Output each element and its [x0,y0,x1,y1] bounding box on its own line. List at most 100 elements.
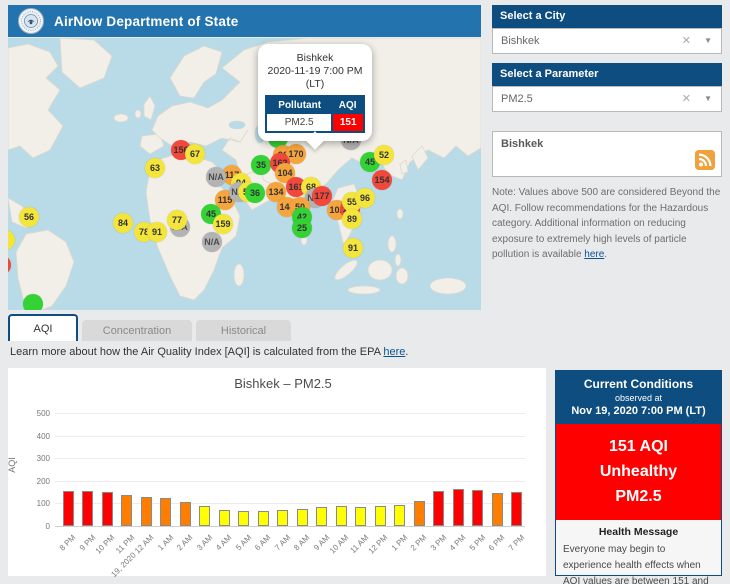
aqi-marker[interactable] [23,294,43,310]
city-caret-down-icon[interactable]: ▼ [704,29,712,53]
aqi-marker[interactable]: N/A [202,232,222,252]
chart-bar [336,506,347,526]
feed-city-label: Bishkek [501,138,543,150]
aqi-marker[interactable]: 159 [213,214,233,234]
learn-more-line: Learn more about how the Air Quality Ind… [10,346,408,358]
chart-bar [375,506,386,526]
chart-bar [316,507,327,526]
current-conditions-title: Current Conditions [560,377,717,391]
chart-bar [238,511,249,526]
map-popup: Bishkek 2020-11-19 7:00 PM (LT) Pollutan… [258,44,372,141]
aqi-value: 151 AQI [560,435,717,460]
chart-y-tick: 500 [8,409,50,418]
tab-concentration[interactable]: Concentration [82,320,192,341]
current-conditions-panel: Current Conditions observed at Nov 19, 2… [555,370,722,576]
chart-y-tick: 100 [8,499,50,508]
learn-more-here-link[interactable]: here [383,346,405,358]
aqi-marker[interactable]: N/A [206,167,226,187]
chart-y-tick: 300 [8,454,50,463]
note-here-link[interactable]: here [584,249,604,260]
city-select[interactable]: Bishkek ✕ ▼ [492,28,722,54]
health-message-block: Health Message Everyone may begin to exp… [556,520,721,584]
chart-bar [355,507,366,526]
popup-city: Bishkek [265,52,365,65]
chart-y-tick: 200 [8,477,50,486]
parameter-caret-down-icon[interactable]: ▼ [704,87,712,111]
aqi-marker[interactable]: 52 [374,145,394,165]
aqi-marker[interactable]: 67 [185,144,205,164]
parameter-select-value: PM2.5 [501,93,533,105]
city-clear-icon[interactable]: ✕ [682,29,691,53]
select-city-header: Select a City [492,5,722,28]
chart-bar [472,490,483,526]
chart-bar [102,492,113,526]
tab-historical[interactable]: Historical [196,320,291,341]
popup-aqi-value: 151 [332,114,364,132]
chart-bar [297,509,308,526]
aqi-marker[interactable]: 35 [251,155,271,175]
aqi-marker[interactable]: 84 [113,213,133,233]
current-conditions-header: Current Conditions observed at Nov 19, 2… [556,371,721,424]
chart-bar [121,495,132,526]
popup-aqi-table: Pollutant AQI PM2.5 151 [265,95,365,133]
parameter-clear-icon[interactable]: ✕ [682,87,691,111]
chart-bar [511,492,522,526]
tab-bar: AQIConcentrationHistorical [8,313,295,341]
parameter-select[interactable]: PM2.5 ✕ ▼ [492,86,722,112]
app-header: AirNow Department of State [8,5,481,37]
observed-datetime: Nov 19, 2020 7:00 PM (LT) [560,405,717,417]
health-message-text: Everyone may begin to experience health … [563,542,714,584]
aqi-marker[interactable]: 91 [147,222,167,242]
observed-at-label: observed at [560,393,717,403]
chart-bar [414,501,425,526]
feed-box: Bishkek [492,131,722,177]
note-text-end: . [604,249,607,260]
aqi-marker[interactable]: 36 [245,183,265,203]
aqi-marker[interactable]: 96 [355,188,375,208]
chart-bar [199,506,210,526]
aqi-marker[interactable]: 89 [342,209,362,229]
world-map[interactable]: 5646315667N/A8478917711545159N/A117N/A94… [8,38,481,310]
chart-bar [277,510,288,526]
aqi-marker[interactable]: 154 [372,170,392,190]
beyond-aqi-note: Note: Values above 500 are considered Be… [492,185,723,263]
chart-bar [180,502,191,526]
aqi-status-block: 151 AQI Unhealthy PM2.5 [556,424,721,520]
popup-pollutant-value: PM2.5 [266,114,332,132]
chart-y-tick: 400 [8,432,50,441]
chart-bar [160,498,171,526]
chart-bar [258,511,269,526]
rss-feed-icon[interactable] [695,150,715,170]
aqi-marker[interactable]: 77 [167,210,187,230]
aqi-marker[interactable]: 91 [343,238,363,258]
aqi-bar-chart: Bishkek – PM2.5 AQI 01002003004005008 PM… [8,368,546,576]
department-of-state-seal-icon [18,8,44,34]
tab-aqi[interactable]: AQI [8,314,78,341]
learn-more-text: Learn more about how the Air Quality Ind… [10,346,383,358]
learn-more-text-end: . [405,346,408,358]
popup-col-aqi: AQI [332,96,364,114]
chart-bar [453,489,464,526]
chart-bar [219,510,230,526]
city-select-value: Bishkek [501,35,540,47]
health-message-title: Health Message [563,526,714,538]
chart-bar [433,491,444,526]
chart-bar [63,491,74,526]
chart-gridline [55,436,525,437]
chart-y-tick: 0 [8,522,50,531]
app-title: AirNow Department of State [54,14,238,29]
chart-gridline [55,413,525,414]
airnow-page: AirNow Department of State [0,0,730,584]
aqi-marker[interactable]: 25 [292,218,312,238]
aqi-marker[interactable]: 56 [19,207,39,227]
chart-bar [141,497,152,526]
aqi-parameter: PM2.5 [560,485,717,510]
chart-bar [82,491,93,526]
select-parameter-header: Select a Parameter [492,63,722,86]
aqi-marker[interactable]: 63 [145,158,165,178]
popup-datetime: 2020-11-19 7:00 PM [265,65,365,78]
chart-gridline [55,481,525,482]
chart-gridline [55,458,525,459]
popup-col-pollutant: Pollutant [266,96,332,114]
chart-title: Bishkek – PM2.5 [48,376,518,391]
